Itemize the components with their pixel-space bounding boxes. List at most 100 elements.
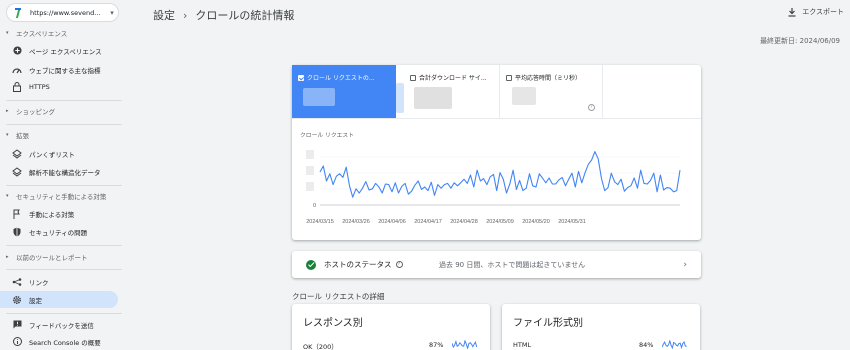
shield-icon [12, 227, 22, 237]
sidebar-item-label: HTTPS [29, 82, 50, 91]
download-icon [788, 7, 796, 17]
x-tick-label: 2024/04/17 [414, 219, 442, 225]
section-label: ショッピング [16, 108, 55, 116]
x-tick-label: 2024/05/20 [522, 219, 550, 225]
section-label: セキュリティと手動による対策 [16, 193, 107, 201]
chart-title: クロール リクエスト [300, 133, 355, 139]
sparkline-path [662, 340, 687, 349]
card-title: レスポンス別 [303, 318, 363, 329]
sidebar-item-feedback[interactable]: フィードバックを送信 [0, 316, 118, 333]
sidebar-item-settings[interactable]: 設定 [0, 291, 118, 308]
feedback-icon [12, 320, 22, 330]
section-shopping[interactable]: ▸ ショッピング [6, 106, 55, 116]
x-tick-label: 2024/04/06 [378, 219, 406, 225]
sparkline [662, 340, 687, 349]
divider [6, 269, 122, 270]
card-title: ファイル形式別 [513, 318, 583, 329]
y-tick-label: 0 [313, 203, 316, 209]
host-status-message: 過去 90 日間、ホストで問題は起きていません [439, 260, 586, 269]
breadcrumb: 設定 › クロールの統計情報 [153, 7, 294, 23]
x-tick-label: 2024/05/09 [486, 219, 514, 225]
breadcrumb-root[interactable]: 設定 [153, 9, 175, 22]
crawl-requests-line-chart: 0 2024/03/15 2024/03/26 2024/04/06 2024/04/1… [306, 150, 681, 225]
divider [6, 185, 122, 186]
redacted-y-tick [306, 166, 314, 175]
sidebar: https://www.sevend... ▾ ▾ エクスペリエンス ページ エク… [0, 0, 130, 350]
sidebar-item-about[interactable]: Search Console の概要 [0, 333, 118, 350]
export-label: エクスポート [802, 8, 844, 16]
metric-tab-response-time[interactable]: 平均応答時間（ミリ秒） ? [499, 65, 603, 118]
row-percent: 87% [429, 341, 444, 349]
check-circle-icon [306, 259, 316, 270]
help-icon[interactable]: ? [588, 104, 595, 111]
checkbox-checked-icon[interactable] [298, 74, 304, 81]
export-button[interactable]: エクスポート [788, 7, 844, 17]
flag-icon [12, 209, 22, 219]
redacted-overlay [396, 83, 404, 113]
by-file-type-card[interactable]: ファイル形式別 HTML 84% [502, 304, 700, 350]
sidebar-item-https[interactable]: HTTPS [0, 78, 118, 95]
host-status-title: ホストのステータス [324, 260, 392, 269]
links-icon [12, 277, 22, 287]
chevron-down-icon: ▾ [110, 8, 114, 17]
caret-right-icon: ▸ [6, 108, 9, 114]
sidebar-item-breadcrumbs[interactable]: パンくずリスト [0, 145, 118, 162]
sidebar-item-security-issues[interactable]: セキュリティの問題 [0, 223, 118, 240]
metric-label: 平均応答時間（ミリ秒） [515, 75, 582, 82]
by-response-card[interactable]: レスポンス別 OK（200） 87% [292, 304, 490, 350]
breadcrumb-separator: › [183, 9, 188, 22]
sparkline [452, 340, 478, 349]
sidebar-item-unparsable-data[interactable]: 解析不能な構造化データ [0, 163, 118, 180]
section-label: 以前のツールとレポート [16, 254, 88, 262]
last-updated: 最終更新日: 2024/06/09 [760, 37, 840, 45]
layers-icon [12, 148, 22, 159]
speed-icon [12, 65, 22, 75]
help-icon[interactable]: ? [395, 261, 403, 268]
checkbox-icon[interactable] [506, 74, 512, 81]
gear-icon [12, 295, 22, 305]
section-security[interactable]: ▾ セキュリティと手動による対策 [6, 191, 106, 201]
section-enhancements[interactable]: ▾ 拡張 [6, 130, 29, 140]
caret-right-icon: ▸ [6, 254, 9, 260]
host-status-card[interactable]: ホストのステータス ? 過去 90 日間、ホストで問題は起きていません › [292, 251, 701, 278]
crawl-stats-card: クロール リクエストの... 合計ダウンロード サイ... 平均応答時間（ミリ秒… [292, 65, 701, 240]
layers-icon [12, 166, 22, 177]
sidebar-item-label: セキュリティの問題 [29, 228, 88, 237]
metric-label: 合計ダウンロード サイ... [419, 75, 487, 82]
sidebar-item-label: フィードバックを送信 [29, 321, 94, 330]
section-label: エクスペリエンス [16, 30, 68, 38]
x-tick-label: 2024/04/28 [450, 219, 478, 225]
sidebar-item-page-experience[interactable]: ページ エクスペリエンス [0, 42, 118, 59]
info-icon [12, 337, 22, 347]
sidebar-item-manual-actions[interactable]: 手動による対策 [0, 205, 118, 222]
metric-tab-crawl-requests[interactable]: クロール リクエストの... [292, 65, 396, 118]
sidebar-item-label: Search Console の概要 [29, 338, 101, 347]
redacted-y-tick [306, 150, 314, 159]
checkbox-icon[interactable] [410, 74, 416, 81]
redacted-value [303, 88, 335, 106]
section-experience[interactable]: ▾ エクスペリエンス [6, 28, 67, 38]
x-tick-label: 2024/03/26 [342, 219, 370, 225]
sidebar-item-label: 解析不能な構造化データ [29, 168, 101, 177]
row-percent: 84% [639, 341, 654, 349]
caret-down-icon: ▾ [6, 30, 9, 36]
sidebar-item-label: 手動による対策 [29, 210, 75, 219]
section-legacy-tools[interactable]: ▸ 以前のツールとレポート [6, 252, 88, 262]
property-selector[interactable]: https://www.sevend... ▾ [6, 3, 119, 22]
metric-tab-download-size[interactable]: 合計ダウンロード サイ... [404, 65, 499, 118]
sidebar-item-label: ウェブに関する主な指標 [29, 66, 101, 75]
property-url: https://www.sevend... [30, 8, 101, 17]
page-title: クロールの統計情報 [195, 9, 295, 22]
sidebar-item-label: パンくずリスト [29, 150, 75, 159]
series-line [319, 151, 681, 198]
sidebar-item-core-web-vitals[interactable]: ウェブに関する主な指標 [0, 61, 118, 78]
chevron-right-icon: › [683, 259, 687, 270]
plus-circle-icon [12, 46, 22, 56]
x-tick-label: 2024/05/31 [558, 219, 586, 225]
sparkline-path [452, 340, 478, 349]
divider [6, 245, 122, 246]
section-label: 拡張 [16, 132, 29, 140]
sidebar-item-label: 設定 [29, 296, 42, 305]
divider [6, 124, 122, 125]
sidebar-item-links[interactable]: リンク [0, 273, 118, 290]
